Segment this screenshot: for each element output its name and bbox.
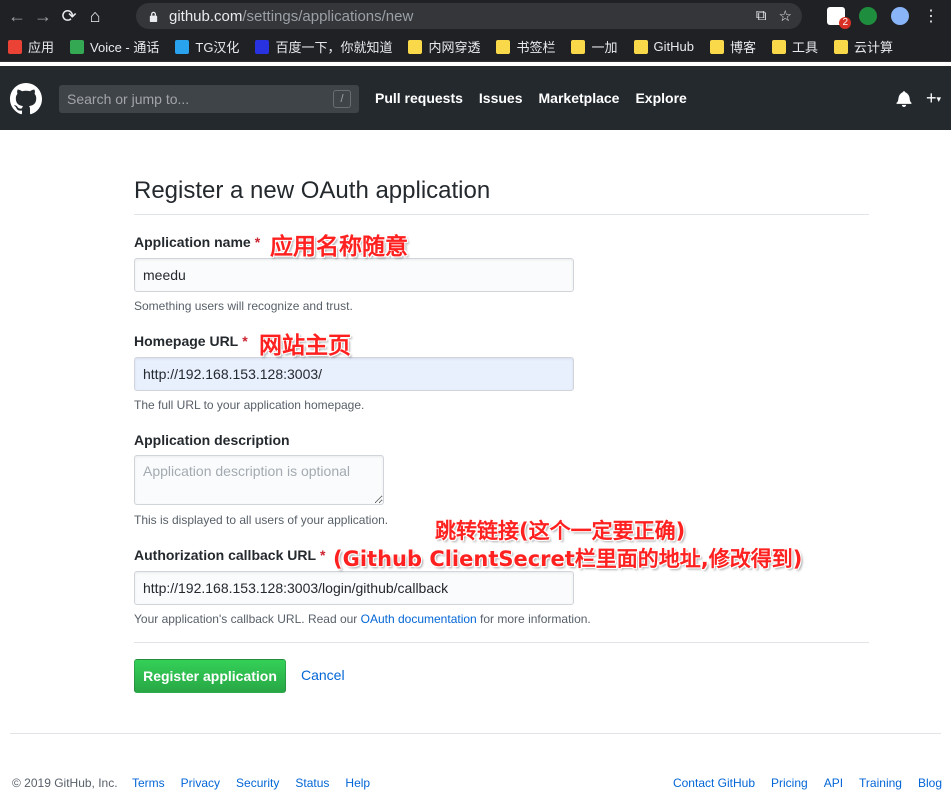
bookmark-folder-icon (496, 39, 511, 54)
copyright: © 2019 GitHub, Inc. (12, 776, 118, 790)
bookmark-label: 百度一下，你就知道 (275, 40, 393, 55)
nav-issues[interactable]: Issues (479, 90, 523, 106)
oauth-docs-link[interactable]: OAuth documentation (361, 612, 477, 626)
bookmark-folder-icon (175, 39, 190, 54)
bookmark-item[interactable]: 内网穿透 (408, 37, 480, 56)
footer-link-security[interactable]: Security (236, 776, 279, 790)
footer-link-help[interactable]: Help (345, 776, 370, 790)
bookmark-label: GitHub (653, 39, 694, 54)
nav-marketplace[interactable]: Marketplace (539, 90, 620, 106)
footer-divider (10, 733, 941, 734)
slash-shortcut-hint: / (333, 90, 351, 108)
footer: © 2019 GitHub, Inc. Terms Privacy Securi… (0, 776, 951, 796)
lock-icon (149, 11, 158, 22)
bookmark-item[interactable]: GitHub (633, 39, 694, 54)
bell-icon[interactable] (896, 90, 912, 107)
header-nav: Pull requests Issues Marketplace Explore (375, 90, 687, 106)
title-divider (134, 214, 869, 215)
footer-link-contact[interactable]: Contact GitHub (673, 776, 755, 790)
search-input[interactable] (67, 91, 327, 107)
extension-c-icon[interactable] (859, 7, 877, 25)
extension-badge: 2 (839, 17, 851, 29)
homepage-url-input[interactable] (134, 357, 574, 391)
bookmark-item[interactable]: 云计算 (834, 37, 893, 56)
bookmark-item[interactable]: 工具 (771, 37, 818, 56)
page-title: Register a new OAuth application (134, 177, 491, 204)
extension-icon[interactable]: 2 (827, 7, 851, 29)
callback-url-label: Authorization callback URL * (134, 547, 326, 563)
translate-icon[interactable]: ⧉ (756, 7, 767, 25)
browser-toolbar: ← → ⟳ ⌂ github.com/settings/applications… (0, 0, 951, 32)
url-text: github.com/settings/applications/new (169, 7, 414, 25)
bookmark-folder-icon (709, 39, 724, 54)
footer-link-training[interactable]: Training (859, 776, 902, 790)
footer-link-privacy[interactable]: Privacy (181, 776, 220, 790)
footer-link-blog[interactable]: Blog (918, 776, 942, 790)
menu-dots-icon[interactable]: ⋮ (923, 6, 939, 26)
bookmark-label: 云计算 (854, 40, 894, 55)
app-name-input[interactable] (134, 258, 574, 292)
github-header: / Pull requests Issues Marketplace Explo… (0, 66, 951, 130)
reload-icon[interactable]: ⟳ (56, 3, 82, 29)
app-name-hint: Something users will recognize and trust… (134, 299, 353, 313)
description-label: Application description (134, 432, 290, 448)
forward-icon[interactable]: → (30, 3, 56, 29)
footer-link-status[interactable]: Status (295, 776, 329, 790)
bookmark-folder-icon (408, 39, 423, 54)
bookmark-label: 内网穿透 (428, 40, 481, 55)
bookmark-label: 书签栏 (516, 40, 556, 55)
bookmark-label: Voice - 通话 (90, 40, 160, 55)
bookmarks-bar: 应用 Voice - 通话 TG汉化 百度一下，你就知道 内网穿透 书签栏 一加 GitHub… (0, 32, 951, 62)
nav-explore[interactable]: Explore (635, 90, 686, 106)
bookmark-item[interactable]: 应用 (8, 37, 54, 56)
bookmark-label: 工具 (791, 40, 818, 55)
description-textarea[interactable] (134, 455, 384, 505)
github-logo-icon[interactable] (10, 83, 42, 115)
bookmark-label: TG汉化 (195, 40, 240, 55)
bookmark-item[interactable]: 博客 (709, 37, 756, 56)
nav-pull-requests[interactable]: Pull requests (375, 90, 463, 106)
bookmark-folder-icon (70, 39, 85, 54)
footer-link-terms[interactable]: Terms (132, 776, 165, 790)
bookmark-folder-icon (771, 39, 786, 54)
homepage-url-hint: The full URL to your application homepag… (134, 398, 365, 412)
bookmark-folder-icon (571, 39, 586, 54)
apps-grid-icon (8, 39, 22, 54)
annotation-homepage: 网站主页 (259, 333, 351, 359)
bookmark-label: 应用 (28, 40, 55, 55)
back-icon[interactable]: ← (4, 3, 30, 29)
bookmark-item[interactable]: 百度一下，你就知道 (255, 37, 392, 56)
bookmark-label: 一加 (591, 40, 618, 55)
callback-url-hint: Your application's callback URL. Read ou… (134, 612, 591, 626)
bookmark-item[interactable]: 一加 (571, 37, 618, 56)
annotation-app-name: 应用名称随意 (270, 234, 408, 260)
bookmark-item[interactable]: Voice - 通话 (70, 37, 159, 56)
bookmark-label: 博客 (729, 40, 756, 55)
description-hint: This is displayed to all users of your a… (134, 513, 389, 527)
callback-url-input[interactable] (134, 571, 574, 605)
bookmark-item[interactable]: 书签栏 (496, 37, 555, 56)
home-icon[interactable]: ⌂ (82, 3, 108, 29)
annotation-callback-line1: 跳转链接(这个一定要正确) (435, 519, 686, 543)
bookmark-folder-icon (633, 39, 648, 54)
register-application-button[interactable]: Register application (134, 659, 286, 693)
bookmark-folder-icon (255, 39, 270, 54)
app-name-label: Application name * (134, 234, 261, 250)
profile-avatar[interactable] (891, 7, 909, 25)
footer-link-api[interactable]: API (824, 776, 843, 790)
footer-link-pricing[interactable]: Pricing (771, 776, 808, 790)
bookmark-item[interactable]: TG汉化 (175, 37, 239, 56)
address-bar[interactable]: github.com/settings/applications/new ⧉ ☆ (136, 3, 802, 29)
create-new-plus-icon[interactable]: +▾ (926, 88, 941, 109)
cancel-link[interactable]: Cancel (301, 667, 345, 683)
bookmark-folder-icon (834, 39, 848, 54)
bookmark-star-icon[interactable]: ☆ (779, 7, 792, 25)
global-search: / (59, 85, 359, 113)
form-divider (134, 642, 869, 643)
annotation-callback-line2: (Github ClientSecret栏里面的地址,修改得到) (333, 547, 803, 571)
homepage-url-label: Homepage URL * (134, 333, 248, 349)
